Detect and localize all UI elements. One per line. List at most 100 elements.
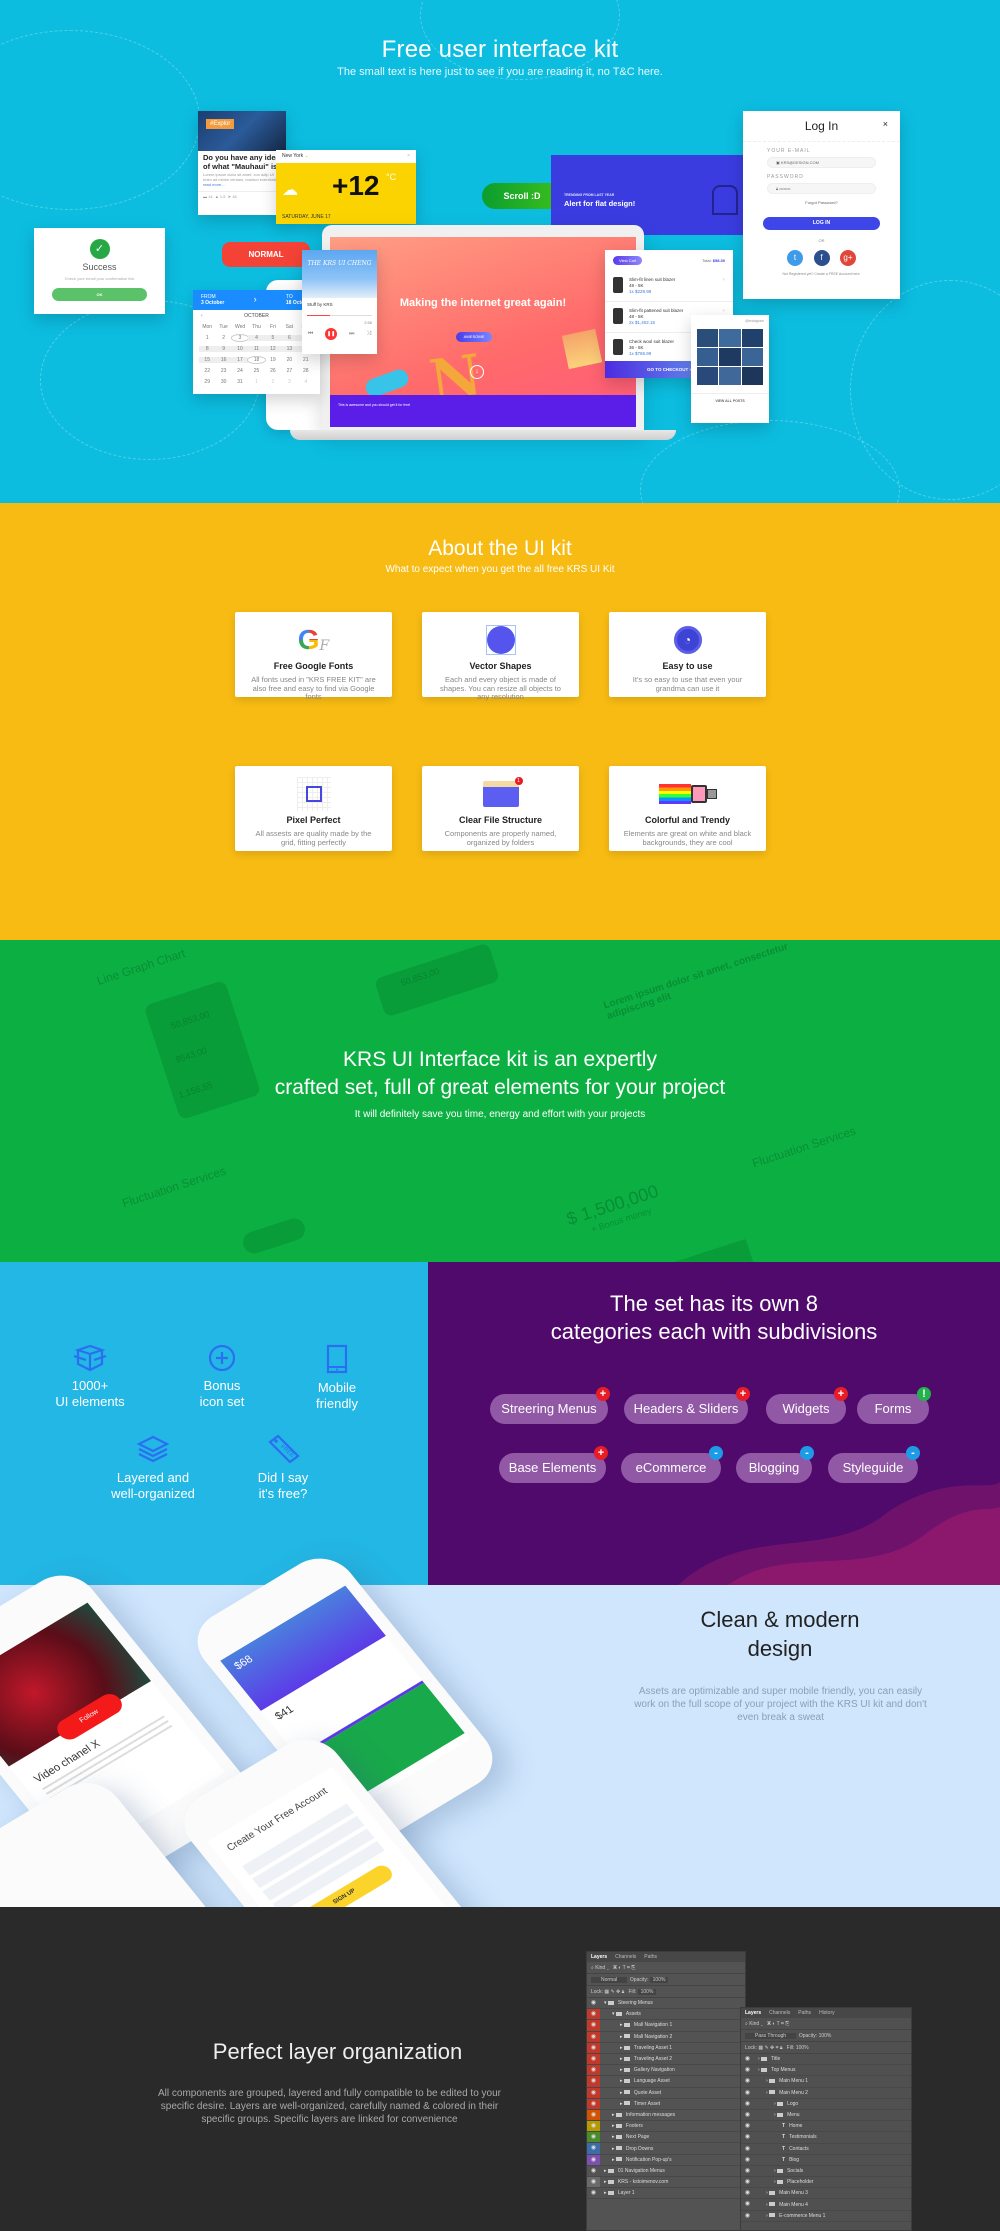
opacity-input[interactable]: 100% (819, 2033, 832, 2039)
expand-arrow-icon[interactable]: › (758, 2067, 760, 2073)
news-card[interactable]: #Explor Do you have any idea of what "Ma… (198, 111, 286, 215)
calendar-day[interactable]: 3 (231, 335, 249, 341)
layer-row[interactable]: ◉ › Top Menus (741, 2065, 911, 2077)
visibility-eye-icon[interactable]: ◉ (587, 2098, 600, 2109)
visibility-eye-icon[interactable]: ◉ (587, 2143, 600, 2154)
expand-arrow-icon[interactable]: ▸ (612, 2134, 615, 2140)
layer-row[interactable]: ◉ ▸ Mall Navigation 2 (587, 2031, 745, 2043)
panel-tab[interactable]: Layers (591, 1954, 607, 1960)
expand-arrow-icon[interactable]: ▸ (620, 2067, 623, 2073)
calendar-day[interactable]: 1 (199, 335, 215, 341)
forgot-password-link[interactable]: Forgot Password? (743, 200, 900, 205)
instagram-photo[interactable] (697, 367, 719, 385)
calendar-day[interactable]: 1 (248, 379, 264, 385)
visibility-eye-icon[interactable]: ◉ (587, 2121, 600, 2132)
ok-button[interactable]: OK (52, 288, 147, 301)
next-icon[interactable]: ⏭ (349, 331, 354, 338)
layer-row[interactable]: ◉ ▸ Gallery Navigation (587, 2065, 745, 2077)
visibility-eye-icon[interactable]: ◉ (587, 2053, 600, 2065)
expand-arrow-icon[interactable]: › (766, 2202, 768, 2208)
category-widgets[interactable]: Widgets + (766, 1387, 848, 1424)
password-field[interactable]: 🔒︎ •••••••• (767, 183, 876, 194)
login-button[interactable]: LOG IN (763, 217, 880, 230)
expand-arrow-icon[interactable]: › (766, 2090, 768, 2096)
category-ecommerce[interactable]: eCommerce - (621, 1446, 723, 1483)
visibility-eye-icon[interactable]: ◉ (741, 2099, 754, 2109)
expand-arrow-icon[interactable]: ▸ (620, 2101, 623, 2107)
layer-row[interactable]: ◉ › Socials (741, 2166, 911, 2178)
layer-row[interactable]: ◉ ▸ Notification Pop-up's (587, 2154, 745, 2166)
track-progress[interactable] (307, 315, 372, 316)
expand-arrow-icon[interactable]: ▸ (620, 2022, 623, 2028)
google-plus-icon[interactable]: g+ (839, 250, 856, 266)
expand-arrow-icon[interactable]: ▸ (620, 2090, 623, 2096)
visibility-eye-icon[interactable]: ◉ (587, 1998, 600, 2009)
expand-arrow-icon[interactable]: › (774, 2168, 776, 2174)
visibility-eye-icon[interactable]: ◉ (741, 2199, 754, 2209)
layer-row[interactable]: ◉ › Placeholder (741, 2177, 911, 2189)
calendar-day[interactable]: 19 (265, 357, 281, 363)
calendar-day[interactable]: 27 (281, 368, 297, 374)
prev-month-icon[interactable]: ‹ (201, 313, 203, 319)
visibility-eye-icon[interactable]: ◉ (587, 2154, 600, 2165)
layer-row[interactable]: ◉ ▸ KRS - kstoimenov.com (587, 2177, 745, 2189)
calendar-day[interactable]: 5 (264, 335, 282, 341)
calendar-day[interactable]: 9 (215, 346, 232, 352)
facebook-icon[interactable]: f (813, 250, 830, 266)
layer-row[interactable]: ◉ ▸ Quote Asset (587, 2087, 745, 2099)
opacity-input[interactable]: 100% (649, 1977, 669, 1983)
visibility-eye-icon[interactable]: ◉ (741, 2121, 754, 2131)
layer-row[interactable]: ◉ ▸ Mall Navigation 1 (587, 2020, 745, 2032)
layer-row[interactable]: ◉ ▸ Traveling Asset 2 (587, 2053, 745, 2066)
scroll-button[interactable]: Scroll :D (482, 183, 562, 209)
expand-arrow-icon[interactable]: ▸ (620, 2078, 623, 2084)
calendar-day[interactable]: 29 (199, 379, 215, 385)
calendar-day[interactable]: 31 (232, 379, 248, 385)
expand-arrow-icon[interactable]: › (766, 2078, 768, 2084)
layer-row[interactable]: ◉ › Title (741, 2054, 911, 2066)
layer-row[interactable]: ◉ › Main Menu 4 (741, 2199, 911, 2211)
visibility-eye-icon[interactable]: ◉ (587, 2065, 600, 2076)
expand-arrow-icon[interactable]: ▾ (604, 2000, 607, 2006)
layer-row[interactable]: ◉ › Main Menu 3 (741, 2188, 911, 2200)
instagram-photo[interactable] (741, 329, 763, 347)
calendar-day[interactable]: 21 (298, 357, 314, 363)
layer-row[interactable]: ◉ › Main Menu 1 (741, 2076, 911, 2088)
visibility-eye-icon[interactable]: ◉ (741, 2110, 754, 2120)
visibility-eye-icon[interactable]: ◉ (741, 2188, 754, 2198)
visibility-eye-icon[interactable]: ◉ (741, 2065, 754, 2075)
calendar-day[interactable]: 4 (298, 379, 314, 385)
view-cart-button[interactable]: View Cart (613, 256, 643, 265)
layer-row[interactable]: ◉ ▸ Language Asset (587, 2076, 745, 2088)
cart-item[interactable]: Slim-fit linen suit blazer 48 - 5K 1x $229… (605, 271, 733, 302)
visibility-eye-icon[interactable]: ◉ (741, 2144, 754, 2154)
calendar-day[interactable]: 2 (215, 335, 231, 341)
city-selector[interactable]: New York (282, 153, 303, 159)
visibility-eye-icon[interactable]: ◉ (587, 2188, 600, 2199)
layer-row[interactable]: ◉ ▸ Next Page (587, 2132, 745, 2144)
blend-select[interactable]: Pass Through (745, 2033, 797, 2039)
layer-row[interactable]: ◉ › Main Menu 2 (741, 2088, 911, 2099)
fill-input[interactable]: 100% (796, 2045, 809, 2051)
expand-arrow-icon[interactable]: › (758, 2056, 760, 2062)
calendar-day[interactable]: 11 (248, 346, 265, 352)
layer-row[interactable]: ◉ T Blog (741, 2155, 911, 2166)
instagram-photo[interactable] (719, 348, 741, 366)
layer-row[interactable]: ◉ ▸ Footers (587, 2121, 745, 2133)
instagram-photo[interactable] (741, 348, 763, 366)
kind-select[interactable]: Kind (595, 1965, 605, 1971)
close-icon[interactable]: × (407, 153, 410, 159)
calendar-day[interactable]: 25 (248, 368, 264, 374)
visibility-eye-icon[interactable]: ◉ (741, 2211, 754, 2221)
expand-arrow-icon[interactable]: › (766, 2213, 768, 2219)
visibility-eye-icon[interactable]: ◉ (741, 2088, 754, 2098)
layer-row[interactable]: ◉ ▸ Drop Downs (587, 2143, 745, 2155)
visibility-eye-icon[interactable]: ◉ (587, 2165, 600, 2176)
visibility-eye-icon[interactable]: ◉ (587, 2177, 600, 2188)
visibility-eye-icon[interactable]: ◉ (587, 2132, 600, 2143)
category-blogging[interactable]: Blogging - (736, 1446, 814, 1483)
instagram-photo[interactable] (741, 367, 763, 385)
twitter-icon[interactable]: t (787, 250, 804, 266)
layer-row[interactable]: ◉ › Logo (741, 2099, 911, 2110)
calendar-day[interactable]: 23 (215, 368, 231, 374)
